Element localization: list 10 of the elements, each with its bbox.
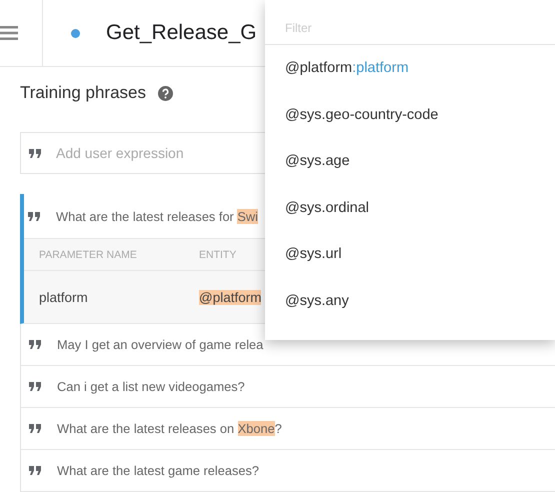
phrase-text: What are the latest releases for Swi <box>56 208 258 224</box>
phrase-text: What are the latest releases on Xbone? <box>57 421 282 436</box>
phrase-text: What are the latest game releases? <box>57 463 260 478</box>
section-title: Training phrases <box>20 83 146 103</box>
phrase-text: May I get an overview of game relea <box>57 337 264 352</box>
column-header: ENTITY <box>199 248 236 260</box>
parameter-name: platform <box>39 290 88 304</box>
phrase-text: Can i get a list new videogames? <box>57 379 245 394</box>
column-header: PARAMETER NAME <box>39 248 137 260</box>
intent-title: Get_Release_G <box>106 21 257 45</box>
